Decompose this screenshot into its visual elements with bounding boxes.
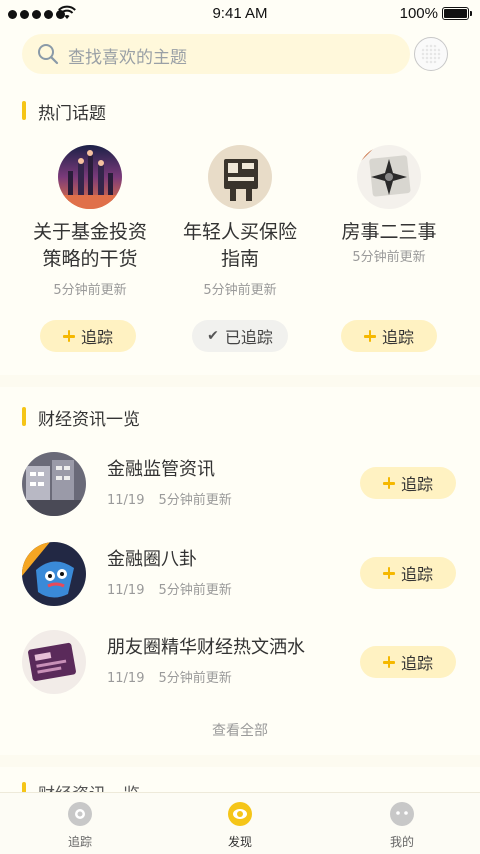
track-button[interactable]: 追踪 [360,467,456,499]
topic-thumbnail [208,145,272,209]
news-meta: 11/19 5分钟前更新 [107,579,232,598]
hot-topics-title-text: 热门话题 [38,104,106,124]
news-title: 朋友圈精华财经热文洒水 [107,637,305,658]
battery-icon [442,7,472,20]
topic-updated: 5分钟前更新 [203,283,277,298]
news-thumbnail [22,630,86,694]
topic-thumbnail [357,145,421,209]
search-placeholder: 查找喜欢的主题 [68,48,187,68]
track-button[interactable]: 追踪 [341,320,437,352]
news-title: 金融圈八卦 [107,549,197,570]
hot-topic-card[interactable]: 年轻人买保险 指南 5分钟前更新 [170,145,310,298]
tab-profile[interactable]: 我的 [362,801,442,850]
see-all-link[interactable]: 查看全部 [0,720,480,740]
news-thumbnail [22,542,86,606]
hot-topics-title: 热门话题 [22,99,106,124]
topic-updated: 5分钟前更新 [53,283,127,298]
section-divider [0,755,480,767]
finance-title-text: 财经资讯一览 [38,410,140,430]
topic-name: 关于基金投资 策略的干货 [20,219,160,273]
track-button[interactable]: 追踪 [360,646,456,678]
search-icon [38,44,59,65]
section-accent-bar [22,407,26,426]
news-date: 11/19 [107,671,145,686]
plus-icon [382,477,395,489]
search-input[interactable]: 查找喜欢的主题 [22,34,410,74]
tab-label: 我的 [389,835,414,849]
track-button-label: 追踪 [400,565,433,584]
track-button-label: 追踪 [400,654,433,673]
topic-thumbnail [58,145,122,209]
topic-name-line: 策略的干货 [42,248,138,270]
track-button-label: 追踪 [80,328,113,347]
news-updated: 5分钟前更新 [158,671,232,686]
bottom-tab-bar: 追踪 发现 我的 [0,792,480,854]
topic-name-line: 关于基金投资 [32,221,147,243]
track-icon [68,802,92,826]
discover-page: 9:41 AM 100% 查找喜欢的主题 热门话题 关于基金投资 策略的干货 5… [0,0,480,854]
finance-title: 财经资讯一览 [22,405,140,430]
news-updated: 5分钟前更新 [158,583,232,598]
tab-label: 发现 [227,835,252,849]
news-meta: 11/19 5分钟前更新 [107,667,232,686]
topic-name: 年轻人买保险 指南 [170,219,310,273]
hot-topic-card[interactable]: 房事二三事 5分钟前更新 [319,145,459,265]
track-button-label: 追踪 [400,475,433,494]
track-button-label: 追踪 [381,328,414,347]
news-date: 11/19 [107,583,145,598]
news-title: 金融监管资讯 [107,459,215,480]
news-thumbnail [22,452,86,516]
tab-discover[interactable]: 发现 [200,801,280,850]
plus-icon [363,330,376,342]
plus-icon [62,330,75,342]
tracked-button-label: 已追踪 [224,328,273,347]
profile-icon [390,802,414,826]
news-meta: 11/19 5分钟前更新 [107,489,232,508]
topic-updated: 5分钟前更新 [352,250,426,265]
topic-name-line: 指南 [220,248,259,270]
topic-name: 房事二三事 [319,219,459,246]
tab-track[interactable]: 追踪 [40,801,120,850]
tracked-button[interactable]: ✔ 已追踪 [192,320,288,352]
topic-name-line: 年轻人买保险 [182,221,297,243]
discover-icon [228,802,252,826]
topic-name-line: 房事二三事 [341,221,437,243]
plus-icon [382,656,395,668]
status-bar: 9:41 AM 100% [0,0,480,30]
news-date: 11/19 [107,493,145,508]
news-updated: 5分钟前更新 [158,493,232,508]
avatar[interactable] [414,37,448,71]
battery-percent: 100% [399,5,438,22]
section-divider [0,375,480,387]
section-accent-bar [22,101,26,120]
plus-icon [382,567,395,579]
tab-label: 追踪 [67,835,92,849]
track-button[interactable]: 追踪 [360,557,456,589]
check-icon: ✔ [207,328,219,344]
track-button[interactable]: 追踪 [40,320,136,352]
hot-topic-card[interactable]: 关于基金投资 策略的干货 5分钟前更新 [20,145,160,298]
